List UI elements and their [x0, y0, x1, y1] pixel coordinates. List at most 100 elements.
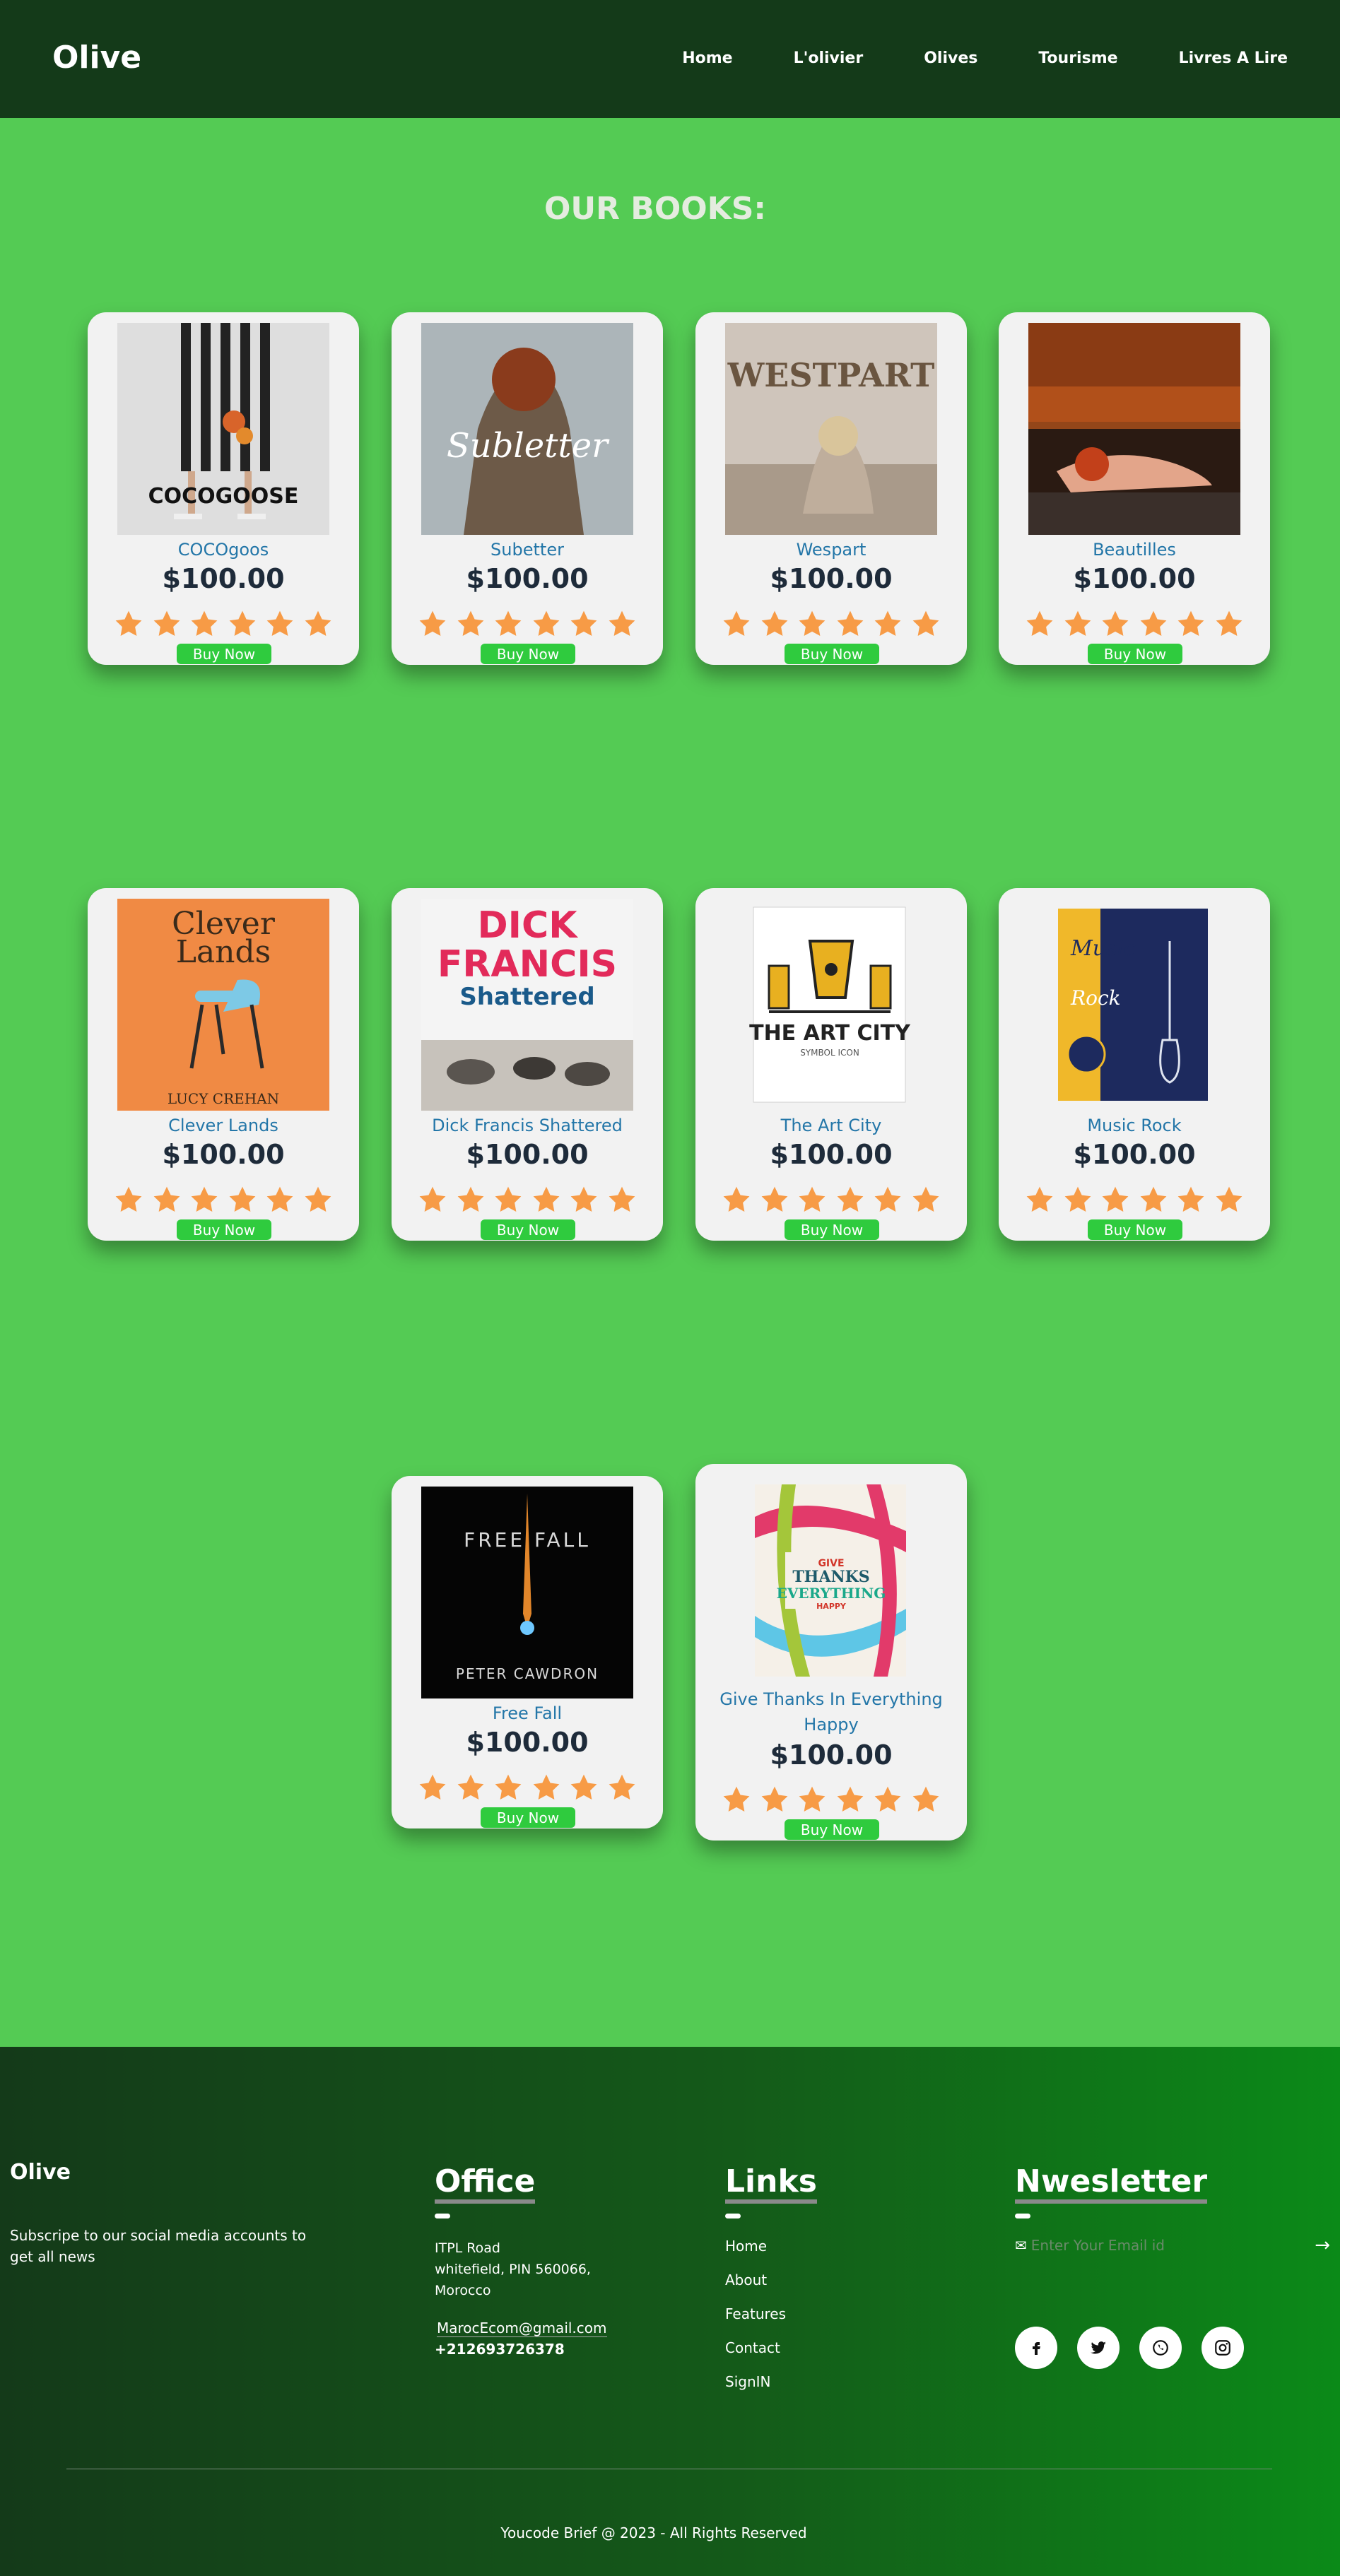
star-icon	[723, 1786, 750, 1812]
whatsapp-icon[interactable]	[1139, 2327, 1182, 2369]
star-icon	[533, 1186, 560, 1212]
buy-now-button[interactable]: Buy Now	[785, 1219, 879, 1240]
book-card: Music Rock Music Rock $100.00 Buy Now	[999, 888, 1270, 1241]
book-title[interactable]: Free Fall	[399, 1701, 656, 1726]
footer-links: Home About Features Contact SignIN	[725, 2238, 786, 2407]
star-icon	[1064, 1186, 1091, 1212]
arrow-right-icon[interactable]: →	[1315, 2235, 1330, 2256]
book-card: FREE FALL PETER CAWDRON Free Fall $100.0…	[392, 1476, 663, 1828]
buy-now-button[interactable]: Buy Now	[785, 644, 879, 664]
svg-text:EVERYTHING: EVERYTHING	[777, 1585, 886, 1602]
star-icon	[912, 1786, 939, 1812]
mail-icon: ✉	[1015, 2237, 1027, 2254]
star-icon	[533, 1774, 560, 1800]
book-title[interactable]: Subetter	[399, 537, 656, 562]
footer-link-contact[interactable]: Contact	[725, 2339, 786, 2373]
book-cover: Subletter	[421, 323, 633, 535]
star-icon	[457, 610, 483, 636]
top-navbar: Olive Home L'olivier Olives Tourisme Liv…	[0, 0, 1340, 118]
star-icon	[571, 1774, 597, 1800]
newsletter-email-field[interactable]: ✉ Enter Your Email id →	[1015, 2235, 1330, 2256]
star-icon	[875, 610, 901, 636]
heading-underline	[725, 2214, 741, 2218]
email-placeholder[interactable]: Enter Your Email id	[1031, 2237, 1315, 2254]
star-icon	[1216, 1186, 1243, 1212]
address-line: ITPL Road	[435, 2240, 500, 2256]
rating-stars	[417, 1185, 638, 1215]
book-card: Clever Lands LUCY CREHAN Clever Lands $1…	[88, 888, 359, 1241]
star-icon	[875, 1786, 901, 1812]
star-icon	[912, 610, 939, 636]
star-icon	[153, 610, 180, 636]
rating-stars	[721, 609, 941, 639]
star-icon	[609, 1186, 635, 1212]
book-price: $100.00	[770, 563, 893, 594]
book-cover: Music Rock	[1028, 899, 1240, 1111]
star-icon	[457, 1186, 483, 1212]
nav-link-home[interactable]: Home	[682, 49, 732, 67]
office-phone: +212693726378	[435, 2341, 565, 2358]
star-icon	[837, 1786, 864, 1812]
buy-now-button[interactable]: Buy Now	[1088, 644, 1182, 664]
star-icon	[837, 1186, 864, 1212]
scrollbar-track[interactable]	[1340, 0, 1357, 2576]
instagram-icon[interactable]	[1202, 2327, 1244, 2369]
book-title[interactable]: Give Thanks In Everything Happy	[703, 1686, 960, 1737]
nav-link-tourisme[interactable]: Tourisme	[1038, 49, 1117, 67]
buy-now-button[interactable]: Buy Now	[1088, 1219, 1182, 1240]
footer-link-signin[interactable]: SignIN	[725, 2373, 786, 2407]
svg-text:FRANCIS: FRANCIS	[437, 943, 617, 986]
star-icon	[229, 610, 256, 636]
book-title[interactable]: The Art City	[703, 1113, 960, 1138]
facebook-icon[interactable]	[1015, 2327, 1057, 2369]
buy-now-button[interactable]: Buy Now	[177, 644, 271, 664]
star-icon	[115, 610, 142, 636]
book-cover: COCOGOOSE	[117, 323, 329, 535]
star-icon	[1178, 1186, 1204, 1212]
star-icon	[1064, 610, 1091, 636]
social-links	[1015, 2327, 1264, 2369]
book-cover: FREE FALL PETER CAWDRON	[421, 1487, 633, 1698]
nav-link-olives[interactable]: Olives	[924, 49, 977, 67]
book-card: COCOGOOSE COCOgoos $100.00 Buy Now	[88, 312, 359, 665]
buy-now-button[interactable]: Buy Now	[177, 1219, 271, 1240]
rating-stars	[721, 1785, 941, 1814]
book-cover	[1028, 323, 1240, 535]
book-title[interactable]: Dick Francis Shattered	[399, 1113, 656, 1138]
svg-text:Shattered: Shattered	[459, 983, 594, 1011]
heading-underline	[435, 2214, 450, 2218]
office-email-link[interactable]: MarocEcom@gmail.com	[437, 2320, 607, 2337]
star-icon	[115, 1186, 142, 1212]
nav-link-lolivier[interactable]: L'olivier	[794, 49, 864, 67]
buy-now-button[interactable]: Buy Now	[481, 1219, 575, 1240]
book-price: $100.00	[466, 1139, 589, 1170]
footer-link-about[interactable]: About	[725, 2271, 786, 2305]
twitter-icon[interactable]	[1077, 2327, 1120, 2369]
buy-now-button[interactable]: Buy Now	[785, 1819, 879, 1840]
buy-now-button[interactable]: Buy Now	[481, 1807, 575, 1828]
buy-now-button[interactable]: Buy Now	[481, 644, 575, 664]
book-title[interactable]: COCOgoos	[95, 537, 352, 562]
site-footer: Olive Subscripe to our social media acco…	[0, 2047, 1340, 2576]
newsletter-heading: Nwesletter	[1015, 2164, 1208, 2204]
rating-stars	[1024, 609, 1245, 639]
footer-link-features[interactable]: Features	[725, 2305, 786, 2339]
book-title[interactable]: Wespart	[703, 537, 960, 562]
nav-link-livres[interactable]: Livres A Lire	[1179, 49, 1288, 67]
star-icon	[419, 1774, 446, 1800]
rating-stars	[1024, 1185, 1245, 1215]
address-line: whitefield, PIN 560066,	[435, 2262, 591, 2277]
book-price: $100.00	[466, 563, 589, 594]
book-title[interactable]: Clever Lands	[95, 1113, 352, 1138]
star-icon	[761, 610, 787, 636]
star-icon	[1140, 1186, 1167, 1212]
book-price: $100.00	[466, 1727, 589, 1758]
rating-stars	[113, 1185, 334, 1215]
svg-text:THE ART CITY: THE ART CITY	[749, 1021, 911, 1046]
footer-link-home[interactable]: Home	[725, 2238, 786, 2271]
book-title[interactable]: Beautilles	[1006, 537, 1263, 562]
book-title[interactable]: Music Rock	[1006, 1113, 1263, 1138]
brand-logo[interactable]: Olive	[52, 40, 141, 76]
star-icon	[609, 1774, 635, 1800]
star-icon	[495, 1774, 522, 1800]
